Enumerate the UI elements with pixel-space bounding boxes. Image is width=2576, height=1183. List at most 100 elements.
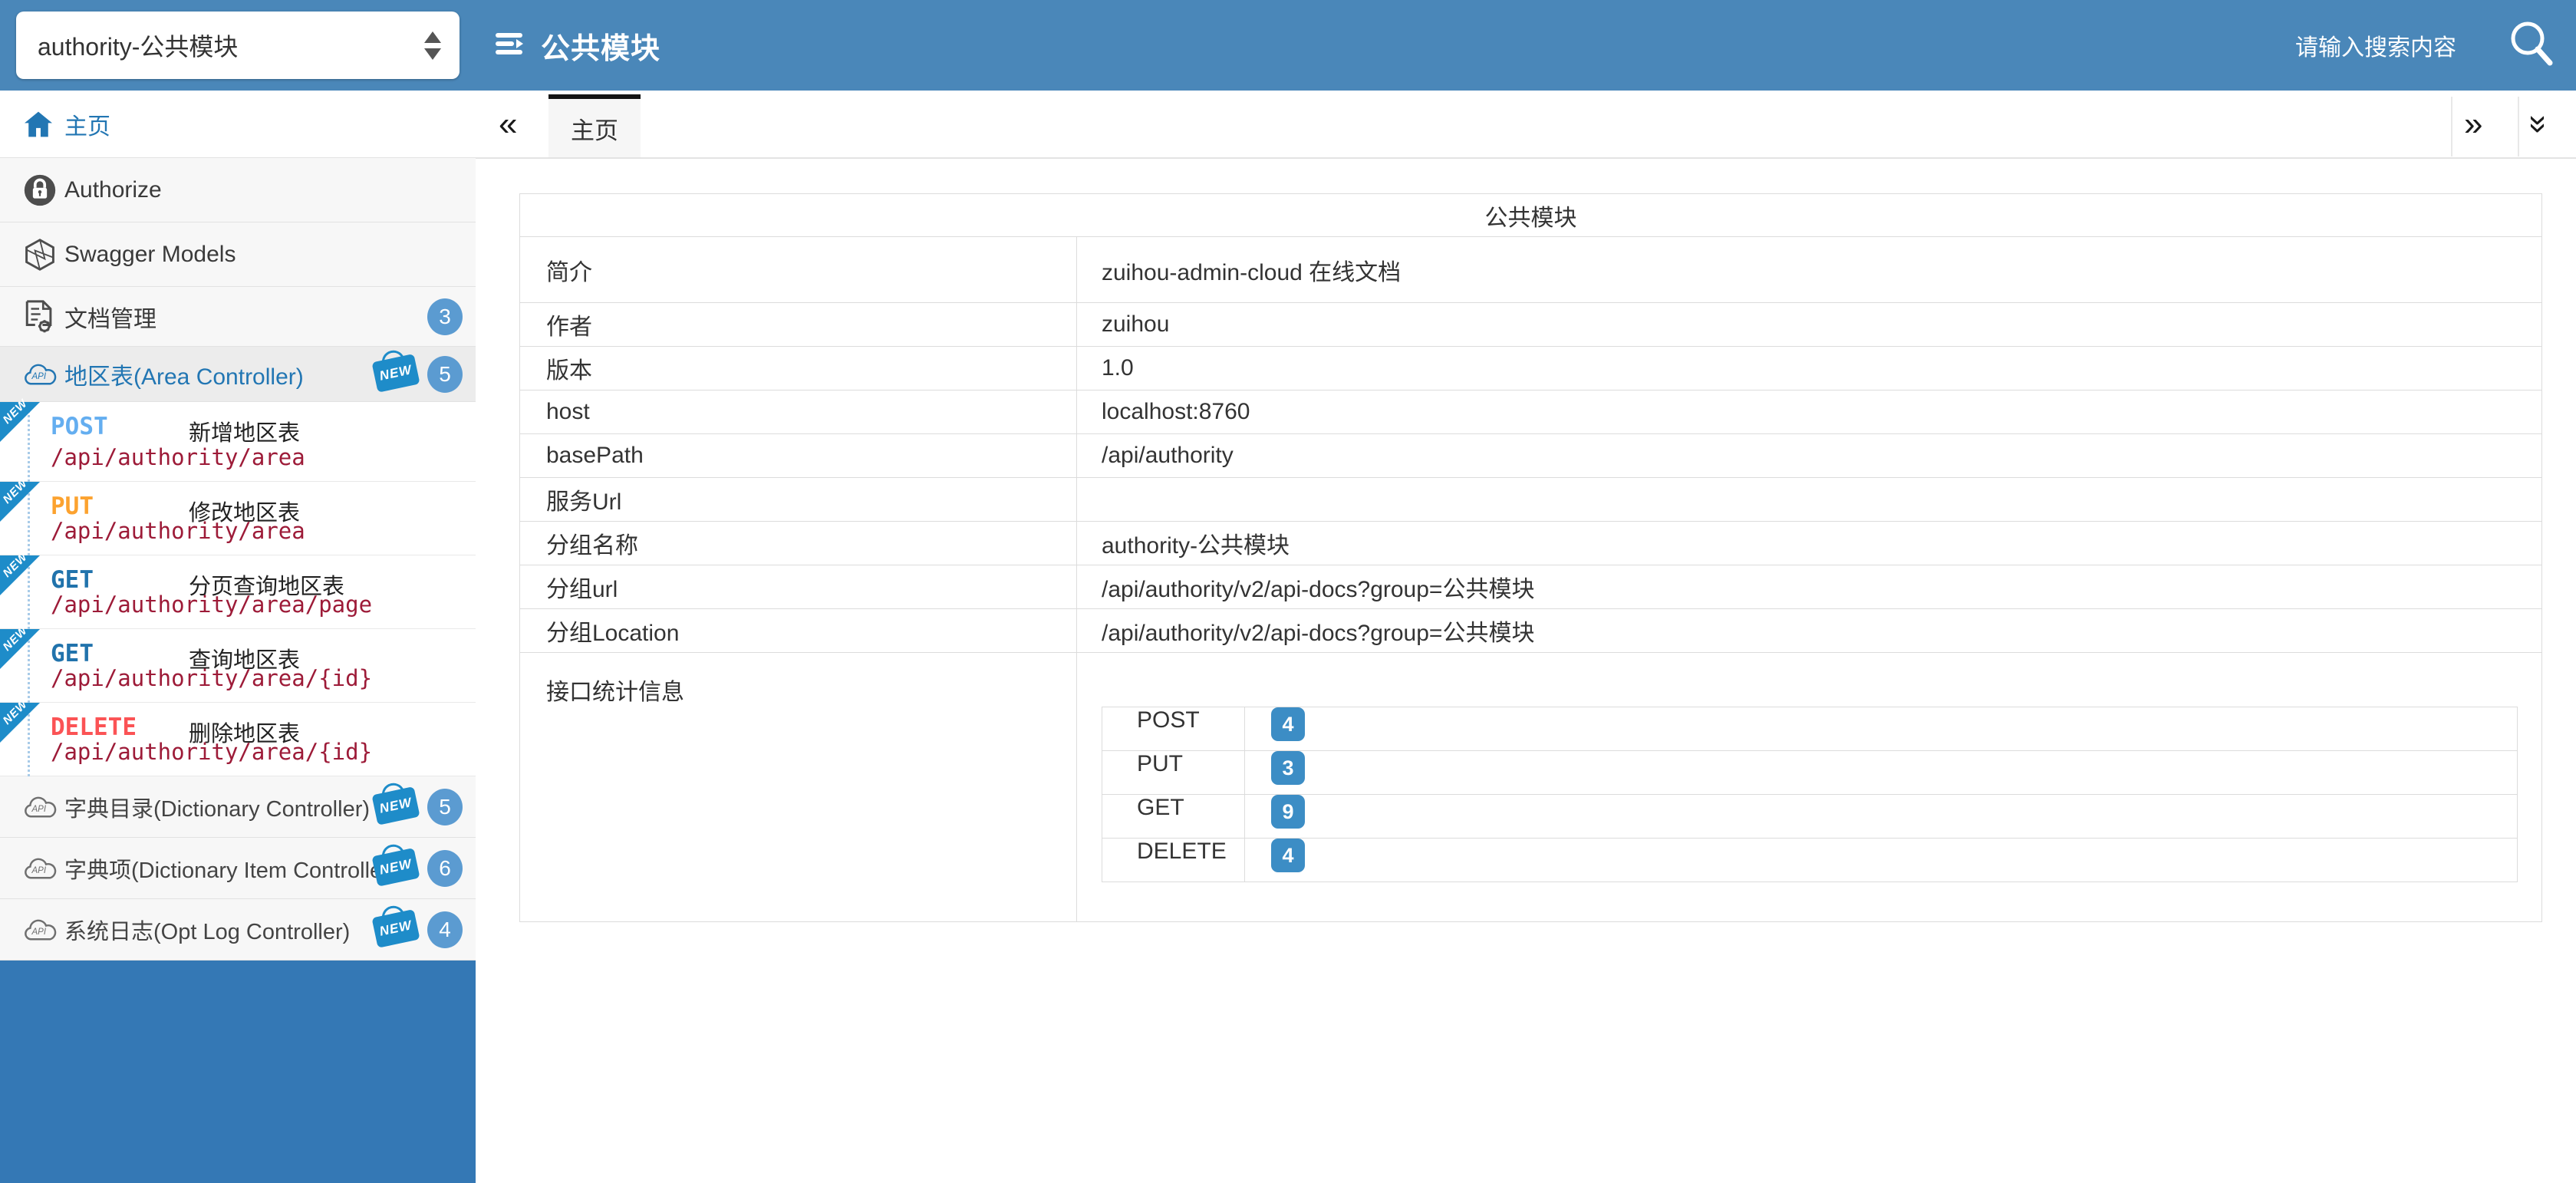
sidebar-item-home[interactable]: 主页 (0, 91, 476, 158)
endpoint-item[interactable]: NEW PUT 修改地区表 /api/authority/area (0, 482, 476, 555)
endpoint-method: GET (51, 566, 94, 594)
row-label: 分组Location (520, 609, 1077, 653)
table-row: 作者 zuihou (520, 303, 2542, 347)
new-ribbon-icon: NEW (0, 629, 40, 669)
table-row: 简介 zuihou-admin-cloud 在线文档 (520, 237, 2542, 303)
page-title: 公共模块 (541, 25, 660, 67)
endpoint-item[interactable]: NEW POST 新增地区表 /api/authority/area (0, 402, 476, 482)
endpoint-method: PUT (51, 493, 94, 520)
endpoint-path: /api/authority/area (51, 444, 305, 470)
top-header: authority-公共模块 公共模块 请输入搜索内容 (0, 0, 2576, 91)
stat-method: GET (1102, 795, 1245, 839)
row-label: 服务Url (520, 478, 1077, 522)
new-tag-icon: NEW (371, 354, 420, 393)
endpoint-method: GET (51, 640, 94, 667)
menu-lines-icon (493, 29, 527, 62)
new-ribbon-icon: NEW (0, 482, 40, 522)
table-row: 版本 1.0 (520, 347, 2542, 390)
row-value: localhost:8760 (1077, 390, 2542, 434)
count-badge: 6 (427, 850, 463, 887)
endpoint-item[interactable]: NEW GET 分页查询地区表 /api/authority/area/page (0, 555, 476, 629)
row-label: 分组url (520, 565, 1077, 609)
tabs-scroll-right-icon[interactable]: » (2464, 91, 2482, 158)
stat-count-badge: 4 (1271, 707, 1305, 741)
method-stats-table: POST 4 PUT 3 GET 9 DELETE 4 (1102, 707, 2518, 882)
svg-text:API: API (31, 805, 47, 814)
table-row: 分组名称 authority-公共模块 (520, 522, 2542, 565)
count-badge: 3 (427, 298, 463, 335)
svg-text:API: API (31, 928, 47, 937)
cloud-api-icon: API (23, 917, 58, 943)
sidebar-item-label: 主页 (64, 107, 110, 141)
table-row-stats: 接口统计信息 POST 4 PUT 3 GET 9 DELETE 4 (520, 653, 2542, 922)
endpoint-method: POST (51, 413, 108, 440)
api-group-select-value: authority-公共模块 (38, 28, 424, 63)
search-input[interactable]: 请输入搜索内容 (2295, 28, 2456, 62)
sidebar-item-dictionary-item-controller[interactable]: API 字典项(Dictionary Item Controller) NEW … (0, 838, 476, 899)
api-group-select[interactable]: authority-公共模块 (16, 12, 460, 79)
search-icon[interactable] (2505, 17, 2556, 74)
stat-method: POST (1102, 707, 1245, 751)
tabs-collapse-icon[interactable]: » (2530, 91, 2548, 158)
stat-row: POST 4 (1102, 707, 2518, 751)
sidebar-item-opt-log-controller[interactable]: API 系统日志(Opt Log Controller) NEW 4 (0, 899, 476, 961)
svg-text:API: API (31, 866, 47, 875)
endpoint-name: 新增地区表 (189, 415, 300, 447)
row-label: 接口统计信息 (520, 653, 1077, 922)
sidebar-item-area-controller[interactable]: API 地区表(Area Controller) NEW 5 (0, 347, 476, 402)
brand: 公共模块 (493, 0, 660, 91)
new-tag-icon: NEW (371, 909, 420, 948)
row-value: zuihou (1077, 303, 2542, 347)
row-value: /api/authority/v2/api-docs?group=公共模块 (1077, 565, 2542, 609)
sidebar-item-label: 字典目录(Dictionary Controller) (64, 791, 370, 823)
sidebar-item-label: 地区表(Area Controller) (64, 358, 304, 391)
endpoint-method: DELETE (51, 713, 137, 741)
row-value: /api/authority (1077, 434, 2542, 478)
module-info-table: 公共模块 简介 zuihou-admin-cloud 在线文档 作者 zuiho… (519, 193, 2542, 922)
sidebar-item-authorize[interactable]: Authorize (0, 158, 476, 222)
row-value: zuihou-admin-cloud 在线文档 (1077, 237, 2542, 303)
row-label: host (520, 390, 1077, 434)
sidebar-item-doc-manage[interactable]: 文档管理 3 (0, 287, 476, 347)
stat-row: PUT 3 (1102, 751, 2518, 795)
count-badge: 5 (427, 789, 463, 825)
row-value: 1.0 (1077, 347, 2542, 390)
document-gear-icon (23, 299, 55, 334)
stat-count-badge: 3 (1271, 751, 1305, 785)
cloud-api-icon: API (23, 361, 58, 387)
count-badge: 5 (427, 356, 463, 393)
endpoint-item[interactable]: NEW GET 查询地区表 /api/authority/area/{id} (0, 629, 476, 703)
endpoint-item[interactable]: NEW DELETE 删除地区表 /api/authority/area/{id… (0, 703, 476, 776)
sidebar-item-label: 字典项(Dictionary Item Controller) (64, 852, 397, 885)
sidebar-item-swagger-models[interactable]: Swagger Models (0, 222, 476, 287)
cloud-api-icon: API (23, 855, 58, 881)
lock-icon (23, 173, 57, 207)
sidebar-item-dictionary-controller[interactable]: API 字典目录(Dictionary Controller) NEW 5 (0, 776, 476, 838)
row-label: 作者 (520, 303, 1077, 347)
tab-home[interactable]: 主页 (548, 94, 641, 158)
row-label: basePath (520, 434, 1077, 478)
new-ribbon-icon: NEW (0, 555, 40, 595)
table-row: 服务Url (520, 478, 2542, 522)
svg-text:API: API (31, 372, 47, 381)
table-row: 分组Location /api/authority/v2/api-docs?gr… (520, 609, 2542, 653)
new-ribbon-icon: NEW (0, 402, 40, 442)
table-title: 公共模块 (520, 194, 2542, 237)
sidebar-item-label: 文档管理 (64, 300, 156, 334)
swagger-doc-app: authority-公共模块 公共模块 请输入搜索内容 (0, 0, 2576, 1183)
stat-count-badge: 4 (1271, 839, 1305, 872)
row-label: 简介 (520, 237, 1077, 303)
sidebar: 主页 Authorize Swagger Mode (0, 91, 476, 1183)
table-row: host localhost:8760 (520, 390, 2542, 434)
row-label: 版本 (520, 347, 1077, 390)
row-value: authority-公共模块 (1077, 522, 2542, 565)
sidebar-item-label: Swagger Models (64, 242, 236, 268)
stat-row: GET 9 (1102, 795, 2518, 839)
tabs-scroll-left-icon[interactable]: « (499, 91, 517, 158)
table-row: basePath /api/authority (520, 434, 2542, 478)
endpoint-path: /api/authority/area/{id} (51, 665, 372, 691)
row-value: /api/authority/v2/api-docs?group=公共模块 (1077, 609, 2542, 653)
tabbar-vertical-divider (2451, 97, 2452, 157)
count-badge: 4 (427, 911, 463, 948)
stat-count-badge: 9 (1271, 795, 1305, 829)
